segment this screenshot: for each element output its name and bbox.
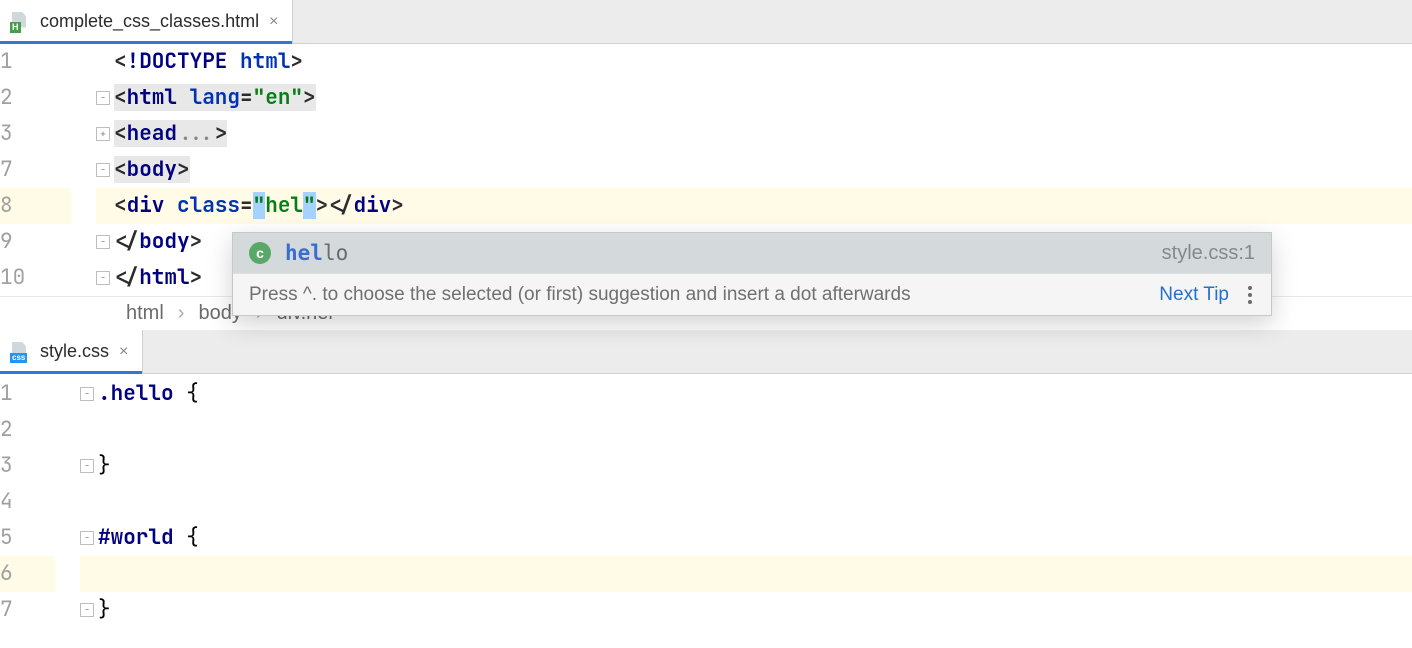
class-suggestion-icon: c [249,242,271,264]
code-line[interactable]: <div class="hel"></div> [114,188,404,224]
code-line[interactable]: } [98,448,111,484]
bottom-code-area[interactable]: 1234567−−−−.hello {}#world {} [0,374,1412,628]
breadcrumb-item[interactable]: html [126,302,164,325]
close-icon[interactable]: × [119,343,128,361]
more-options-icon[interactable] [1241,286,1259,304]
fold-toggle-icon[interactable]: + [96,127,110,141]
tab-label: complete_css_classes.html [40,11,259,32]
gutter: 12378910 [0,44,96,296]
tab-css-file[interactable]: style.css × [0,330,143,373]
breadcrumb-separator-icon: › [178,302,185,325]
fold-toggle-icon[interactable]: − [80,387,94,401]
code-line[interactable]: <head...> [114,116,227,152]
fold-column: − + − − − [96,44,114,296]
fold-toggle-icon[interactable]: − [96,235,110,249]
completion-item[interactable]: c hello style.css:1 [233,233,1271,273]
next-tip-link[interactable]: Next Tip [1159,284,1229,306]
code-line[interactable]: </html> [114,260,202,296]
html-file-icon [10,12,30,32]
completion-hint: Press ^. to choose the selected (or firs… [249,284,911,306]
css-file-icon [10,342,30,362]
fold-column: − − − − [80,376,98,628]
bottom-editor-pane: style.css × 1234567−−−−.hello {}#world {… [0,330,1412,628]
fold-toggle-icon[interactable]: − [80,531,94,545]
code-line[interactable]: <html lang="en"> [114,80,316,116]
suggestion-text: hello [285,241,348,265]
fold-toggle-icon[interactable]: − [96,91,110,105]
code-line[interactable]: <!DOCTYPE html> [114,44,303,80]
code-line[interactable]: </body> [114,224,202,260]
completion-popup[interactable]: c hello style.css:1 Press ^. to choose t… [232,232,1272,316]
code-column[interactable]: .hello {} #world {} [98,376,1412,628]
code-line[interactable]: } [98,592,111,628]
suggestion-source: style.css:1 [1162,242,1255,265]
fold-toggle-icon[interactable]: − [96,271,110,285]
tab-label: style.css [40,341,109,362]
gutter: 1234567 [0,376,80,628]
fold-toggle-icon[interactable]: − [80,603,94,617]
close-icon[interactable]: × [269,13,278,31]
fold-toggle-icon[interactable]: − [96,163,110,177]
tab-html-file[interactable]: complete_css_classes.html × [0,0,293,43]
completion-footer: Press ^. to choose the selected (or firs… [233,273,1271,315]
top-tab-bar: complete_css_classes.html × [0,0,1412,44]
code-line[interactable]: <body> [114,152,190,188]
bottom-tab-bar: style.css × [0,330,1412,374]
fold-toggle-icon[interactable]: − [80,459,94,473]
code-line[interactable]: #world { [98,520,199,556]
code-line[interactable]: .hello { [98,376,199,412]
